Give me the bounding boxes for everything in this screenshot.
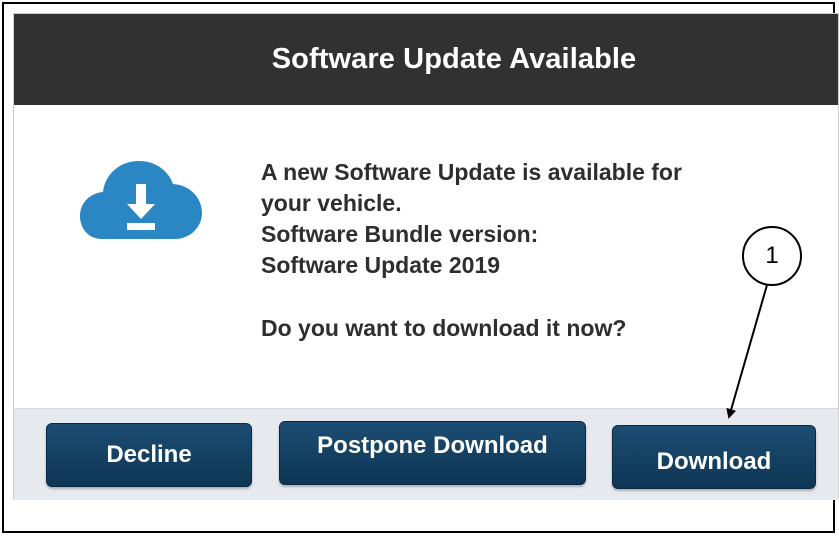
postpone-download-button-label: Postpone Download [317, 432, 548, 459]
callout-number: 1 [765, 242, 779, 269]
dialog-button-bar: Decline Postpone Download Download [14, 408, 838, 500]
dialog-content: A new Software Update is available for y… [14, 105, 838, 408]
message-line: A new Software Update is available for [261, 159, 682, 185]
message-line: Software Update 2019 [261, 252, 501, 278]
decline-button[interactable]: Decline [46, 423, 252, 487]
message-line: your vehicle. [261, 190, 402, 216]
download-button[interactable]: Download [612, 425, 816, 489]
download-button-label: Download [656, 448, 772, 475]
dialog-title: Software Update Available [271, 43, 637, 75]
postpone-download-button[interactable]: Postpone Download [279, 421, 586, 485]
message-line: Software Bundle version: [261, 221, 539, 247]
software-update-dialog: Software Update Available A new Software… [13, 13, 839, 500]
update-message: A new Software Update is available for y… [261, 157, 801, 344]
download-question: Do you want to download it now? [261, 315, 627, 341]
cloud-download-icon [80, 161, 202, 239]
decline-button-label: Decline [106, 441, 192, 468]
dialog-title-bar: Software Update Available [14, 14, 838, 105]
